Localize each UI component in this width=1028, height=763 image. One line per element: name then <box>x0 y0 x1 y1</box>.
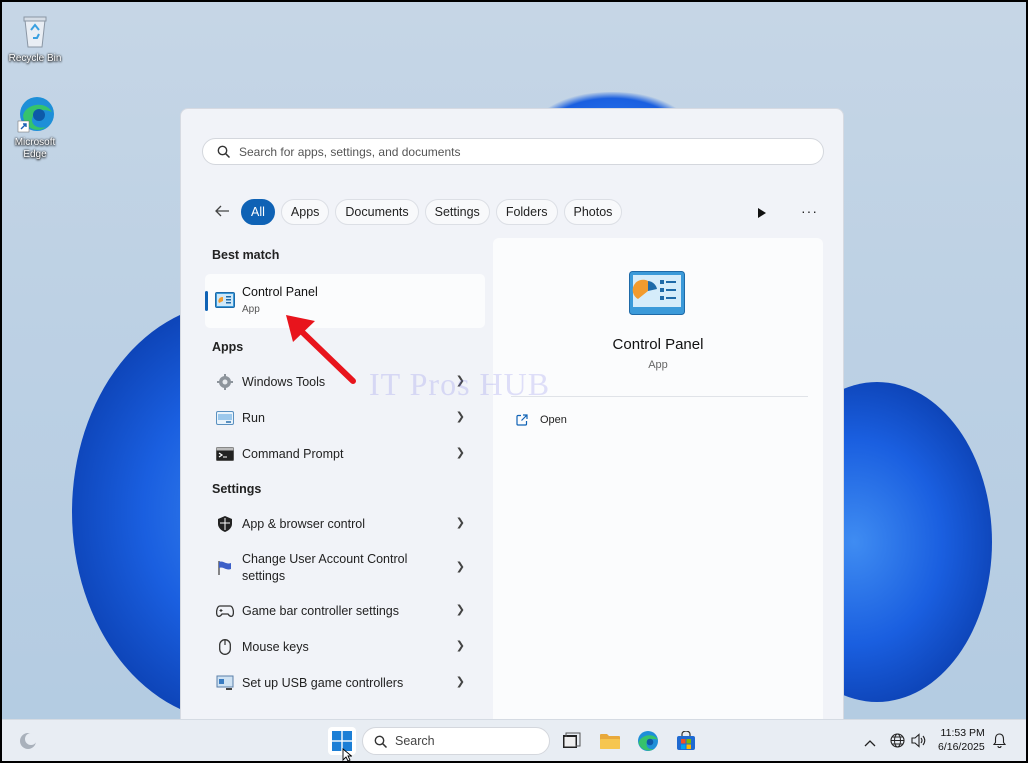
show-hidden-icons-chevron-up-icon[interactable] <box>864 734 876 752</box>
search-filters: All Apps Documents Settings Folders Phot… <box>241 199 628 225</box>
system-clock[interactable]: 11:53 PM 6/16/2025 <box>938 726 985 754</box>
volume-icon[interactable] <box>911 733 927 753</box>
setting-item-label: Change User Account Control settings <box>242 552 408 583</box>
start-menu: Search for apps, settings, and documents… <box>180 108 844 728</box>
edge-icon <box>638 731 658 751</box>
red-arrow-annotation <box>286 315 356 384</box>
app-item-command-prompt[interactable]: Command Prompt ❯ <box>205 437 475 471</box>
chevron-right-icon: ❯ <box>455 640 465 652</box>
play-icon[interactable] <box>757 206 767 224</box>
clock-date: 6/16/2025 <box>938 741 985 753</box>
selection-indicator <box>205 291 208 311</box>
command-prompt-icon <box>215 444 235 464</box>
run-icon <box>215 408 235 428</box>
widgets-button[interactable] <box>14 727 42 755</box>
chevron-right-icon: ❯ <box>455 676 465 688</box>
taskbar-search-box[interactable]: Search <box>362 727 550 755</box>
settings-heading: Settings <box>212 482 262 496</box>
search-placeholder: Search for apps, settings, and documents <box>239 144 461 159</box>
filter-settings[interactable]: Settings <box>424 199 490 225</box>
network-globe-icon[interactable] <box>890 733 905 753</box>
watermark: IT Pros HUB <box>369 366 551 402</box>
recycle-bin-icon <box>15 10 55 50</box>
details-divider <box>511 396 808 397</box>
clock-time: 11:53 PM <box>940 727 985 739</box>
desktop-icon-label: Microsoft Edge <box>14 137 56 160</box>
chevron-right-icon: ❯ <box>455 561 465 573</box>
game-controller-icon <box>215 601 235 621</box>
back-arrow-icon[interactable] <box>214 204 230 223</box>
windows-tools-icon <box>215 372 235 392</box>
setting-item-usb-game-controllers[interactable]: Set up USB game controllers ❯ <box>205 666 475 700</box>
file-explorer-button[interactable] <box>596 727 624 755</box>
setting-item-game-bar-controller[interactable]: Game bar controller settings ❯ <box>205 594 475 628</box>
filter-documents[interactable]: Documents <box>335 199 419 225</box>
more-options-icon[interactable]: ··· <box>801 203 818 219</box>
setting-item-label: Set up USB game controllers <box>242 675 404 690</box>
chevron-right-icon: ❯ <box>455 411 465 423</box>
setting-item-user-account-control[interactable]: Change User Account Control settings ❯ <box>205 543 475 593</box>
edge-taskbar-button[interactable] <box>634 727 662 755</box>
filter-folders[interactable]: Folders <box>495 199 558 225</box>
weather-icon <box>20 733 37 749</box>
setting-item-label: Mouse keys <box>242 639 309 654</box>
mouse-icon <box>215 637 235 657</box>
taskbar: Search 11:53 PM 6/16/2025 <box>2 719 1026 763</box>
shield-icon <box>215 514 235 534</box>
search-icon <box>217 145 231 162</box>
control-panel-large-icon <box>629 271 685 320</box>
setting-item-label: Game bar controller settings <box>242 603 400 618</box>
task-view-icon <box>563 732 581 748</box>
control-panel-icon <box>215 292 235 313</box>
mouse-cursor-icon <box>342 748 353 763</box>
filter-apps[interactable]: Apps <box>280 199 330 225</box>
store-icon <box>677 731 695 750</box>
app-item-label: Command Prompt <box>242 446 344 461</box>
best-match-heading: Best match <box>212 248 280 262</box>
details-title: Control Panel <box>612 336 704 353</box>
setting-item-mouse-keys[interactable]: Mouse keys ❯ <box>205 630 475 664</box>
taskbar-search-label: Search <box>395 734 435 748</box>
flag-icon <box>215 558 235 578</box>
app-item-label: Run <box>242 410 265 425</box>
setting-item-app-browser-control[interactable]: App & browser control ❯ <box>205 507 475 541</box>
usb-controller-icon <box>215 673 235 693</box>
chevron-right-icon: ❯ <box>455 447 465 459</box>
desktop-icon-label: Recycle Bin <box>8 53 62 64</box>
filter-all[interactable]: All <box>241 199 275 225</box>
notification-bell-icon[interactable] <box>992 733 1007 753</box>
filter-photos[interactable]: Photos <box>563 199 623 225</box>
chevron-right-icon: ❯ <box>455 517 465 529</box>
apps-heading: Apps <box>212 340 244 354</box>
store-button[interactable] <box>672 727 700 755</box>
search-icon <box>374 735 388 752</box>
task-view-button[interactable] <box>557 727 585 755</box>
edge-icon <box>15 94 55 134</box>
best-match-subtitle: App <box>242 304 260 315</box>
start-search-input[interactable]: Search for apps, settings, and documents <box>202 138 824 165</box>
setting-item-label: App & browser control <box>242 516 365 531</box>
desktop-icon-recycle-bin[interactable]: Recycle Bin <box>4 10 66 65</box>
best-match-title: Control Panel <box>242 285 318 299</box>
folder-icon <box>600 734 620 749</box>
app-item-run[interactable]: Run ❯ <box>205 401 475 435</box>
details-pane: Control Panel App Open <box>493 238 823 727</box>
open-action[interactable]: Open <box>516 414 567 426</box>
open-external-icon <box>516 414 528 426</box>
desktop-icon-microsoft-edge[interactable]: Microsoft Edge <box>4 94 66 161</box>
open-label: Open <box>540 414 567 426</box>
chevron-right-icon: ❯ <box>455 604 465 616</box>
